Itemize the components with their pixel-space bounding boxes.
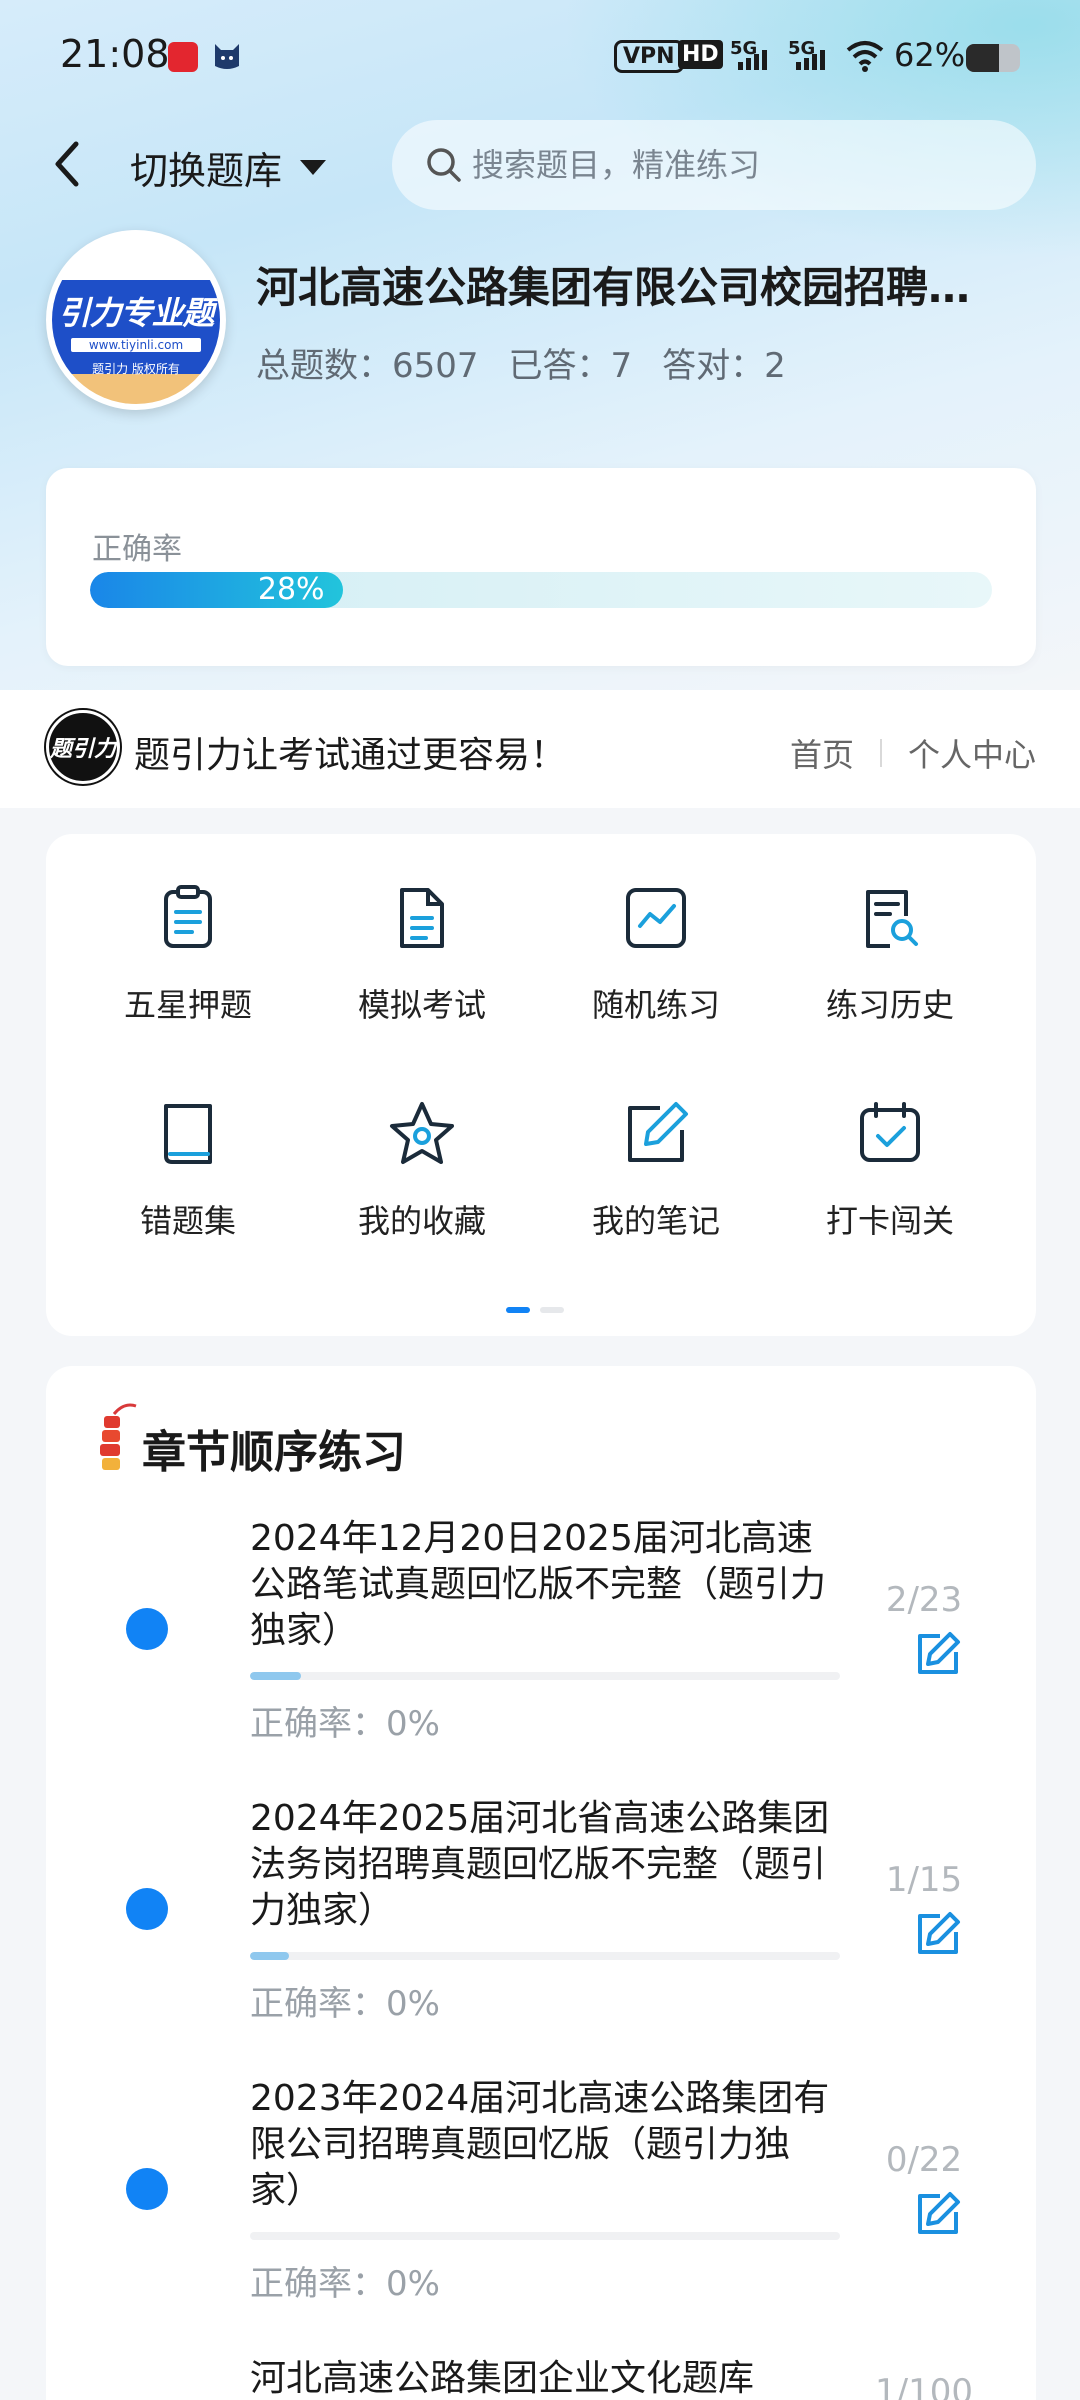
- home-link[interactable]: 首页: [790, 730, 854, 776]
- battery-fill: [966, 44, 1000, 72]
- chapter-title: 2024年12月20日2025届河北高速公路笔试真题回忆版不完整（题引力独家）: [250, 1518, 827, 1651]
- menu-label: 模拟考试: [357, 986, 486, 1024]
- switch-bank-label: 切换题库: [130, 149, 283, 193]
- chapter-practice-section: 章节顺序练习 2024年12月20日2025届河北高速公路笔试真题回忆版不完整（…: [46, 1366, 1036, 2400]
- edit-icon[interactable]: [914, 1910, 962, 1958]
- app-notification-icon: [168, 42, 198, 72]
- chapter-item[interactable]: 2024年12月20日2025届河北高速公路笔试真题回忆版不完整（题引力独家） …: [46, 1516, 1036, 1766]
- correct-count: 答对：2: [662, 346, 786, 386]
- book-icon: [164, 1104, 212, 1164]
- hd-icon: HD: [678, 40, 723, 69]
- chapter-title: 河北高速公路集团企业文化题库: [250, 2358, 755, 2399]
- menu-item-wrong-questions[interactable]: 错题集: [78, 1098, 298, 1242]
- logo-mid: 引力专业题 www.tiyinli.com 题引力 版权所有: [52, 280, 220, 376]
- page-indicator: [506, 1298, 574, 1317]
- dropdown-triangle-icon: [300, 160, 327, 175]
- profile-link[interactable]: 个人中心: [908, 730, 1036, 776]
- search-icon: [427, 148, 461, 182]
- chapter-item[interactable]: 河北高速公路集团企业文化题库 1/100: [46, 2356, 1036, 2400]
- edit-icon[interactable]: [914, 1630, 962, 1678]
- signal-bars-icon-2: [796, 50, 828, 72]
- chapter-bullet: [126, 2168, 168, 2210]
- menu-label: 我的收藏: [357, 1202, 486, 1240]
- clipboard-icon: [164, 885, 212, 948]
- menu-item-notes[interactable]: 我的笔记: [546, 1098, 766, 1242]
- status-bar: 21:08 VPN HD 5G 5G 62%: [0, 0, 1080, 116]
- menu-label: 打卡闯关: [825, 1202, 954, 1240]
- menu-item-random-practice[interactable]: 随机练习: [546, 882, 766, 1026]
- chapter-item[interactable]: 2024年2025届河北省高速公路集团法务岗招聘真题回忆版不完整（题引力独家） …: [46, 1796, 1036, 2046]
- cat-notification-icon: [215, 44, 239, 69]
- feature-menu: 五星押题 模拟考试 随机练习 练习历史 错题集 我的收藏 我的笔记 打卡闯关: [46, 834, 1036, 1336]
- promo-banner: 题引力 题引力让考试通过更容易！ 首页 个人中心: [0, 690, 1080, 808]
- chapter-title: 2024年2025届河北省高速公路集团法务岗招聘真题回忆版不完整（题引力独家）: [250, 1798, 830, 1931]
- chapter-accuracy: 正确率：0%: [250, 1984, 440, 2024]
- battery-percent: 62%: [894, 36, 966, 74]
- total-questions: 总题数：6507: [256, 346, 479, 386]
- chapter-progress-count: 0/22: [885, 2140, 963, 2180]
- chapter-title: 2023年2024届河北高速公路集团有限公司招聘真题回忆版（题引力独家）: [250, 2078, 830, 2211]
- logo-text: 引力专业题: [58, 294, 214, 332]
- status-time: 21:08: [60, 32, 170, 76]
- star-icon: [390, 1102, 454, 1164]
- chapter-accuracy: 正确率：0%: [250, 1704, 440, 1744]
- chart-icon: [626, 888, 686, 948]
- search-document-icon: [866, 890, 918, 948]
- search-bar[interactable]: [392, 120, 1036, 210]
- chapter-progress-count: 1/15: [885, 1860, 963, 1900]
- edit-icon[interactable]: [914, 2190, 962, 2238]
- back-arrow-icon[interactable]: [46, 136, 86, 192]
- chapter-progress-count: 1/100: [875, 2372, 973, 2400]
- document-icon: [400, 888, 444, 948]
- wifi-icon: [846, 41, 884, 72]
- accuracy-label: 正确率: [92, 532, 182, 567]
- chapter-progress-fill: [250, 1672, 302, 1680]
- accuracy-progress-bar: 28%: [90, 572, 992, 608]
- page-dot: [540, 1307, 564, 1313]
- switch-bank-dropdown[interactable]: 切换题库: [130, 140, 327, 195]
- chapter-item[interactable]: 2023年2024届河北高速公路集团有限公司招聘真题回忆版（题引力独家） 正确率…: [46, 2076, 1036, 2326]
- page-dot: [506, 1307, 530, 1313]
- menu-label: 练习历史: [825, 986, 954, 1024]
- chapter-progress-bar: [250, 1952, 840, 1960]
- chapter-progress-fill: [250, 1952, 290, 1960]
- chapter-section-title: 章节顺序练习: [142, 1427, 406, 1478]
- banner-slogan: 题引力让考试通过更容易！: [134, 735, 567, 776]
- firecracker-icon: [100, 1403, 137, 1470]
- battery-icon: [966, 44, 1020, 72]
- menu-item-favorites[interactable]: 我的收藏: [312, 1098, 532, 1242]
- signal-bars-icon: [738, 50, 770, 72]
- question-bank-logo: 引力专业题 www.tiyinli.com 题引力 版权所有: [46, 230, 226, 410]
- chapter-progress-bar: [250, 2232, 840, 2240]
- tiyinli-logo: 题引力: [46, 710, 120, 784]
- vpn-icon: VPN: [614, 40, 684, 73]
- menu-label: 我的笔记: [591, 1202, 720, 1240]
- logo-url: www.tiyinli.com: [71, 338, 201, 352]
- menu-label: 错题集: [139, 1202, 236, 1240]
- menu-item-mock-exam[interactable]: 模拟考试: [312, 882, 532, 1026]
- banner-links: 首页 个人中心: [790, 730, 1036, 776]
- menu-item-practice-history[interactable]: 练习历史: [780, 882, 1000, 1026]
- calendar-check-icon: [860, 1102, 920, 1162]
- menu-item-five-star[interactable]: 五星押题: [78, 882, 298, 1026]
- chapter-bullet: [126, 1888, 168, 1930]
- accuracy-card: 正确率 28%: [46, 468, 1036, 666]
- accuracy-progress-fill: 28%: [90, 572, 343, 608]
- menu-label: 随机练习: [591, 986, 720, 1024]
- bank-title: 河北高速公路集团有限公司校园招聘…: [256, 263, 971, 312]
- menu-item-checkin[interactable]: 打卡闯关: [780, 1098, 1000, 1242]
- link-divider: [879, 739, 882, 767]
- chapter-progress-count: 2/23: [885, 1580, 963, 1620]
- answered-count: 已答：7: [508, 346, 633, 386]
- chapter-accuracy: 正确率：0%: [250, 2264, 440, 2304]
- note-edit-icon: [628, 1102, 688, 1162]
- bank-stats: 总题数：6507 已答：7 答对：2: [256, 338, 786, 387]
- menu-label: 五星押题: [123, 986, 252, 1024]
- search-input[interactable]: [472, 146, 1032, 184]
- chapter-progress-bar: [250, 1672, 840, 1680]
- chapter-bullet: [126, 1608, 168, 1650]
